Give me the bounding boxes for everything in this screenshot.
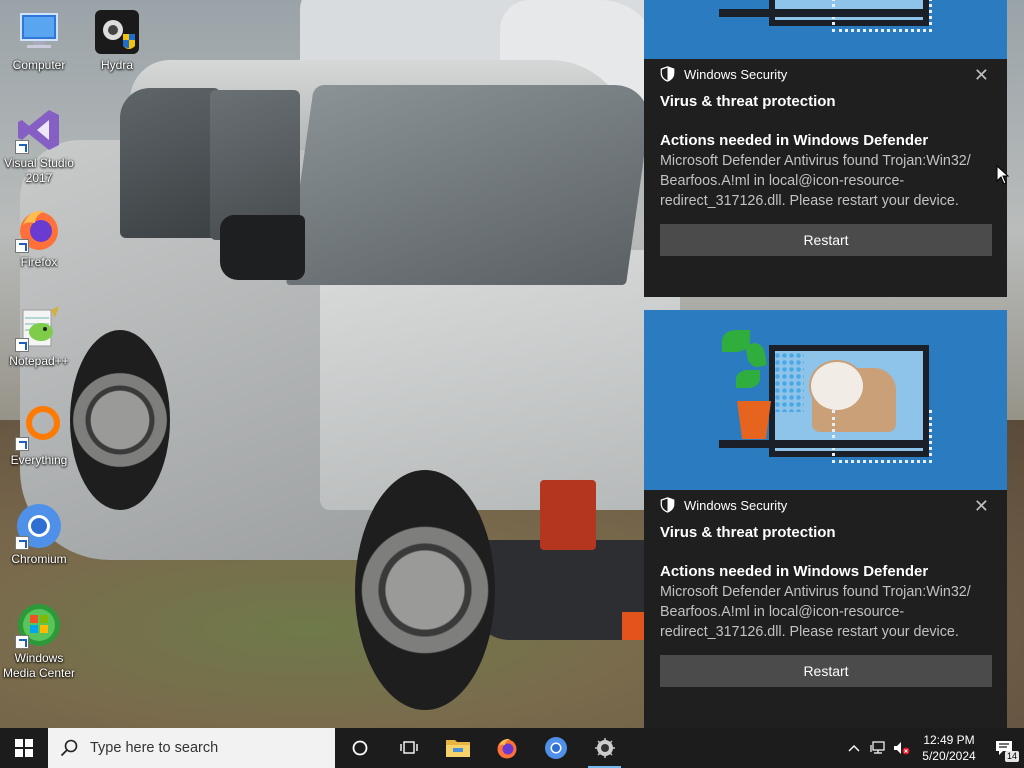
wallpaper-car-light [540,480,596,550]
notification-toast-2[interactable]: Windows Security ✕ Virus & threat protec… [644,310,1007,728]
taskbar: 12:49 PM 5/20/2024 14 [0,728,1024,768]
desktop-icon-label: Chromium [11,552,67,566]
search-icon [60,739,78,757]
hydra-icon [594,738,615,758]
desktop-icon-label: Notepad++ [9,354,69,368]
start-button[interactable] [0,728,48,768]
notification-hero-image [644,310,1007,490]
action-center-button[interactable]: 14 [984,728,1024,768]
notification-header: Windows Security ✕ [644,59,1007,89]
notification-body: Microsoft Defender Antivirus found Troja… [660,584,971,640]
chevron-up-icon [848,745,860,752]
taskbar-clock[interactable]: 12:49 PM 5/20/2024 [914,732,984,764]
taskbar-search-box[interactable] [48,728,335,768]
desktop-icon-chromium[interactable]: Chromium [0,502,78,567]
shield-icon [660,66,675,82]
network-status-button[interactable] [866,728,890,768]
task-view-button[interactable] [384,728,433,768]
chromium-icon [15,502,63,550]
network-icon [870,741,885,754]
notification-header: Windows Security ✕ [644,490,1007,520]
visual-studio-icon [15,106,63,154]
volume-muted-icon [894,742,910,755]
show-hidden-icons-button[interactable] [842,728,866,768]
clock-time: 12:49 PM [923,733,975,747]
desktop-icon-label: Firefox [20,255,58,269]
taskbar-firefox[interactable] [482,728,531,768]
volume-button[interactable] [890,728,914,768]
chromium-icon [544,737,567,759]
mouse-cursor-icon [996,165,1010,185]
wallpaper-car-mirror [220,215,305,280]
computer-icon [15,8,63,56]
restart-button[interactable]: Restart [660,655,992,687]
taskbar-file-explorer[interactable] [433,728,482,768]
desktop-icon-hydra[interactable]: Hydra [78,8,156,73]
firefox-icon [15,205,63,253]
cortana-icon [352,740,367,756]
wallpaper-front-tire [355,470,495,710]
wallpaper-rear-tire [70,330,170,510]
desktop-icon-firefox[interactable]: Firefox [0,205,78,270]
taskbar-chromium[interactable] [531,728,580,768]
restart-button[interactable]: Restart [660,224,992,256]
file-explorer-icon [445,740,470,757]
close-icon[interactable]: ✕ [974,496,989,517]
wallpaper-car-marker [622,612,644,640]
desktop-icon-label: Hydra [100,58,133,72]
notification-app-name: Windows Security [684,66,788,82]
notification-subtitle: Actions needed in Windows Defender [660,563,929,580]
system-tray: 12:49 PM 5/20/2024 14 [842,728,1024,768]
notification-title: Virus & threat protection [660,524,836,541]
desktop-icon-label: Everything [10,453,68,467]
cortana-button[interactable] [335,728,384,768]
close-icon[interactable]: ✕ [974,65,989,86]
notification-subtitle: Actions needed in Windows Defender [660,132,929,149]
desktop-icon-visual-studio[interactable]: Visual Studio 2017 [0,106,78,186]
desktop-icon-notepad-plus-plus[interactable]: Notepad++ [0,304,78,369]
notepad-plus-plus-icon [15,304,63,352]
shield-icon [660,497,675,513]
desktop-icon-label: Visual Studio 2017 [4,156,74,185]
taskbar-hydra[interactable] [580,728,629,768]
clock-date: 5/20/2024 [922,749,976,763]
notification-app-name: Windows Security [684,497,788,513]
notification-body: Microsoft Defender Antivirus found Troja… [660,153,971,209]
notification-hero-image [644,0,1007,59]
everything-search-icon [15,403,63,451]
task-view-icon [399,741,418,754]
search-input[interactable] [88,739,322,757]
windows-media-center-icon [15,601,63,649]
notification-count-badge: 14 [1004,751,1019,762]
hydra-icon [93,8,141,56]
notification-toast-1[interactable]: Windows Security ✕ Virus & threat protec… [644,0,1007,297]
desktop-icon-windows-media-center[interactable]: Windows Media Center [0,601,78,681]
notification-title: Virus & threat protection [660,93,836,110]
desktop-icon-everything[interactable]: Everything [0,403,78,468]
desktop-icon-computer[interactable]: Computer [0,8,78,73]
firefox-icon [497,738,516,759]
windows-logo-icon [15,739,33,757]
desktop-icon-label: Windows Media Center [2,651,76,680]
desktop-icon-label: Computer [12,58,66,72]
